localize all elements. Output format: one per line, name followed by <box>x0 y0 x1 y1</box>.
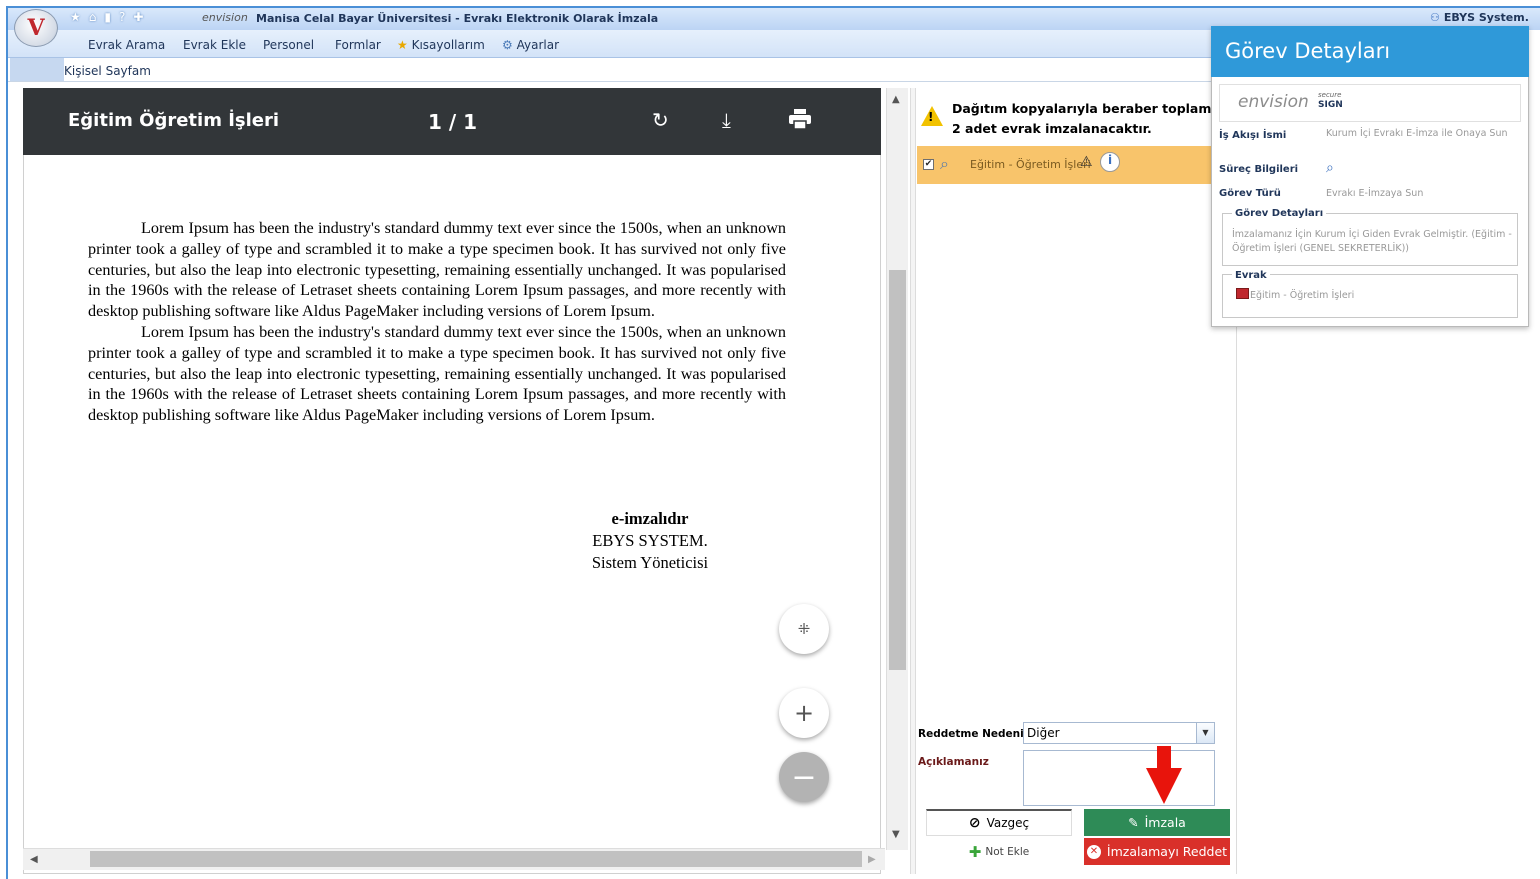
document-checkbox[interactable]: ✔ <box>923 159 934 170</box>
vertical-scroll-thumb[interactable] <box>889 270 906 670</box>
home-icon[interactable]: ⌂ <box>89 10 97 24</box>
description-label: Açıklamanız <box>918 756 989 768</box>
menu-formlar[interactable]: Formlar <box>335 38 381 52</box>
right-edge <box>1529 30 1540 879</box>
chevron-down-icon[interactable]: ▼ <box>1196 723 1214 743</box>
zoom-out-icon: − <box>791 759 817 795</box>
cancel-button[interactable]: ⊘ Vazgeç <box>926 809 1072 836</box>
edit-icon: ✎ <box>1128 815 1139 830</box>
document-link[interactable]: Eğitim - Öğretim İşleri <box>1250 290 1354 301</box>
zoom-in-icon: + <box>793 699 815 727</box>
document-body: Lorem Ipsum has been the industry's stan… <box>88 218 786 426</box>
search-icon[interactable]: ⌕ <box>1326 160 1334 176</box>
zoom-out-button[interactable]: − <box>779 752 829 802</box>
fit-page-icon: ⁜ <box>797 620 811 638</box>
signature-block: e-imzalıdır EBYS SYSTEM. Sistem Yönetici… <box>560 508 740 574</box>
info-icon[interactable]: i <box>1100 152 1120 172</box>
task-type-label: Görev Türü <box>1219 188 1281 199</box>
print-icon[interactable] <box>788 108 812 135</box>
menu-evrak-ekle[interactable]: Evrak Ekle <box>183 38 246 52</box>
menu-evrak-arama[interactable]: Evrak Arama <box>88 38 165 52</box>
cancel-label: Vazgeç <box>986 816 1030 830</box>
scroll-left-icon[interactable]: ◀ <box>30 854 38 865</box>
warning-message: Dağıtım kopyalarıyla beraber toplam 2 ad… <box>952 101 1212 136</box>
settings-icon: ⚙ <box>502 38 513 52</box>
user-icon: ⚇ <box>1430 11 1440 24</box>
signature-role: Sistem Yöneticisi <box>591 553 709 572</box>
flow-name-label: İş Akışı İsmi <box>1219 130 1287 141</box>
zoom-in-button[interactable]: + <box>779 688 829 738</box>
quick-access-toolbar: ★ ⌂ ▮ ? ✚ <box>70 10 143 24</box>
close-circle-icon: ✕ <box>1086 844 1101 859</box>
user-name[interactable]: ⚇ EBYS System. <box>1430 11 1529 24</box>
title-brand: envision <box>202 11 248 24</box>
signature-status: e-imzalıdır <box>611 509 689 528</box>
menu-label: Kısayollarım <box>411 38 485 52</box>
reject-label: İmzalamayı Reddet <box>1106 844 1228 859</box>
warning-mark: ! <box>928 110 934 124</box>
document-legend: Evrak <box>1232 270 1270 281</box>
horizontal-scroll-thumb[interactable] <box>90 851 862 867</box>
document-item-label[interactable]: Eğitim - Öğretim İşleri <box>970 158 1091 171</box>
document-title: Eğitim Öğretim İşleri <box>68 110 280 131</box>
scroll-right-icon[interactable]: ▶ <box>868 854 876 865</box>
window-title: Manisa Celal Bayar Üniversitesi - Evrakı… <box>256 12 659 25</box>
plus-icon: ✚ <box>968 843 982 861</box>
help-icon[interactable]: ? <box>119 10 125 24</box>
page-indicator: 1 / 1 <box>428 110 478 134</box>
signature-name: EBYS SYSTEM. <box>592 531 708 550</box>
reject-signing-button[interactable]: ✕ İmzalamayı Reddet <box>1084 838 1230 865</box>
panel-splitter[interactable] <box>910 88 916 874</box>
app-orb-logo[interactable]: V <box>14 9 58 47</box>
user-label: EBYS System. <box>1443 11 1529 24</box>
star-icon: ★ <box>397 38 408 52</box>
note-label: Not Ekle <box>985 846 1030 858</box>
tools-icon[interactable]: ✚ <box>133 10 143 24</box>
process-info-label: Süreç Bilgileri <box>1219 164 1299 175</box>
star-icon[interactable]: ★ <box>70 10 81 24</box>
envision-logo-text: envision <box>1238 92 1309 112</box>
description-textarea[interactable] <box>1023 750 1215 806</box>
secure-sign-top: secure <box>1318 91 1342 99</box>
menu-ayarlar[interactable]: ⚙ Ayarlar <box>502 38 559 52</box>
tab-strip-marker <box>10 58 64 81</box>
menu-label: Ayarlar <box>516 38 559 52</box>
fit-page-button[interactable]: ⁜ <box>779 604 829 654</box>
envision-logo: envision <box>1238 92 1309 112</box>
document-icon <box>1236 288 1249 299</box>
envision-v-icon: V <box>27 15 45 41</box>
document-paragraph: Lorem Ipsum has been the industry's stan… <box>88 219 786 321</box>
pdf-viewer <box>23 88 881 874</box>
scroll-up-icon[interactable]: ▲ <box>892 94 900 105</box>
tab-kisisel-sayfam[interactable]: Kişisel Sayfam <box>64 64 151 78</box>
sign-label: İmzala <box>1144 815 1186 830</box>
task-detail-legend: Görev Detayları <box>1232 208 1327 219</box>
annotation-arrow-shaft <box>1157 746 1171 770</box>
reject-reason-select[interactable]: Diğer <box>1023 722 1215 744</box>
secure-sign-logo: secure SIGN <box>1318 90 1343 110</box>
task-details-title: Görev Detayları <box>1225 39 1391 63</box>
flow-name-value: Kurum İçi Evrakı E-İmza ile Onaya Sun <box>1326 128 1508 139</box>
document-paragraph: Lorem Ipsum has been the industry's stan… <box>88 322 786 425</box>
secure-sign-bottom: SIGN <box>1318 100 1343 110</box>
reject-reason-label: Reddetme Nedeni <box>918 728 1024 740</box>
annotation-arrow-down-icon <box>1146 768 1182 804</box>
ban-icon: ⊘ <box>968 815 981 831</box>
menu-kisayollarim[interactable]: ★ Kısayollarım <box>397 38 485 52</box>
alert-icon: ⚠ <box>1080 154 1093 170</box>
task-detail-text: İmzalamanız İçin Kurum İçi Giden Evrak G… <box>1232 229 1512 254</box>
menu-personel[interactable]: Personel <box>263 38 314 52</box>
preview-icon[interactable]: ⌕ <box>940 154 949 174</box>
sign-button[interactable]: ✎ İmzala <box>1084 809 1230 836</box>
rotate-icon[interactable]: ↻ <box>652 108 669 132</box>
download-icon[interactable]: ⤓ <box>722 108 731 132</box>
task-type-value: Evrakı E-İmzaya Sun <box>1326 188 1424 199</box>
scroll-down-icon[interactable]: ▼ <box>892 829 900 840</box>
lock-icon[interactable]: ▮ <box>104 10 111 24</box>
add-note-button[interactable]: ✚ Not Ekle <box>926 840 1072 864</box>
